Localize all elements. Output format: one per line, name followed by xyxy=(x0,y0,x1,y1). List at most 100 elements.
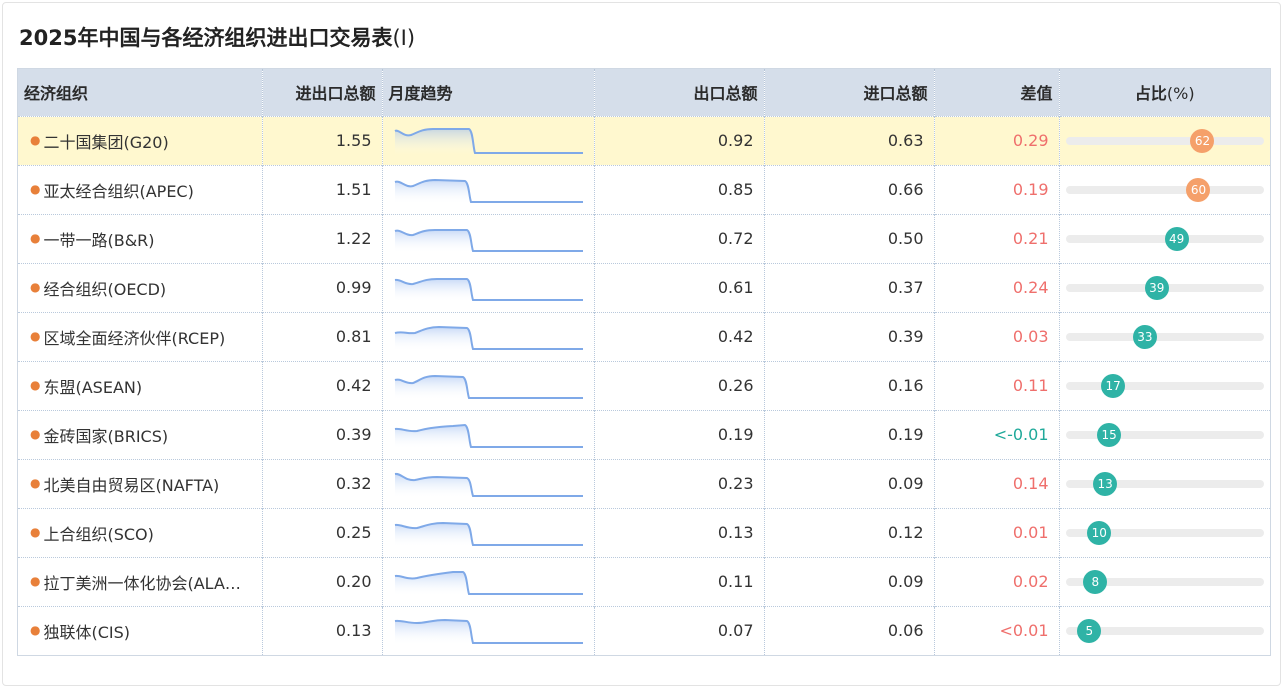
diff-value: 0.02 xyxy=(934,556,1060,606)
table-row[interactable]: ● 一带一路(B&R) 1.22 0.72 0.50 0.21 49 xyxy=(18,213,1270,263)
share-bar-track: 60 xyxy=(1065,177,1264,202)
sparkline-area xyxy=(394,128,583,155)
export-value: 0.23 xyxy=(594,458,765,508)
org-name-cell: ● 北美自由贸易区(NAFTA) xyxy=(18,458,263,508)
export-value: 0.11 xyxy=(594,556,765,606)
total-value: 1.51 xyxy=(262,164,383,214)
table-row[interactable]: ● 金砖国家(BRICS) 0.39 0.19 0.19 <-0.01 15 xyxy=(18,409,1270,459)
share-cell: 33 xyxy=(1059,311,1270,361)
org-name-cell: ● 金砖国家(BRICS) xyxy=(18,409,263,459)
org-name: 一带一路(B&R) xyxy=(43,230,155,250)
column-header-org[interactable]: 经济组织 xyxy=(18,69,263,116)
diff-value: 0.03 xyxy=(934,311,1060,361)
sparkline-chart xyxy=(394,570,583,596)
trend-cell xyxy=(382,262,595,312)
column-header-import[interactable]: 进口总额 xyxy=(764,69,935,116)
share-bubble: 49 xyxy=(1164,226,1189,251)
share-bubble: 60 xyxy=(1186,177,1211,202)
org-name: 二十国集团(G20) xyxy=(43,132,169,152)
org-name: 区域全面经济伙伴(RCEP) xyxy=(43,328,226,348)
total-value: 0.81 xyxy=(262,311,383,361)
column-header-export[interactable]: 出口总额 xyxy=(594,69,765,116)
org-name: 北美自由贸易区(NAFTA) xyxy=(43,475,220,495)
sparkline-chart xyxy=(394,374,583,400)
table-row[interactable]: ● 独联体(CIS) 0.13 0.07 0.06 <0.01 5 xyxy=(18,605,1270,655)
org-name: 拉丁美洲一体化协会(ALA… xyxy=(43,573,241,593)
table-row[interactable]: ● 亚太经合组织(APEC) 1.51 0.85 0.66 0.19 60 xyxy=(18,164,1270,214)
share-bar-track: 15 xyxy=(1065,422,1264,447)
share-cell: 5 xyxy=(1059,605,1270,655)
bullet-icon: ● xyxy=(30,279,41,294)
table-row[interactable]: ● 拉丁美洲一体化协会(ALA… 0.20 0.11 0.09 0.02 8 xyxy=(18,556,1270,606)
import-value: 0.63 xyxy=(764,115,935,165)
table-row[interactable]: ● 北美自由贸易区(NAFTA) 0.32 0.23 0.09 0.14 13 xyxy=(18,458,1270,508)
bullet-icon: ● xyxy=(30,524,41,539)
table-row[interactable]: ● 上合组织(SCO) 0.25 0.13 0.12 0.01 10 xyxy=(18,507,1270,557)
share-cell: 17 xyxy=(1059,360,1270,410)
share-bar-track: 39 xyxy=(1065,275,1264,300)
export-value: 0.92 xyxy=(594,115,765,165)
org-name-cell: ● 经合组织(OECD) xyxy=(18,262,263,312)
bullet-icon: ● xyxy=(30,475,41,490)
sparkline-area xyxy=(394,619,583,645)
share-bubble: 5 xyxy=(1077,618,1102,643)
trend-cell xyxy=(382,605,595,655)
sparkline-area xyxy=(394,179,583,204)
export-value: 0.61 xyxy=(594,262,765,312)
share-bar-track: 5 xyxy=(1065,618,1264,643)
sparkline-area xyxy=(394,229,583,253)
trade-table: 经济组织 进出口总额 月度趋势 出口总额 进口总额 差值 占比(%) ● 二十国集… xyxy=(18,69,1270,655)
import-value: 0.66 xyxy=(764,164,935,214)
table-row[interactable]: ● 东盟(ASEAN) 0.42 0.26 0.16 0.11 17 xyxy=(18,360,1270,410)
column-header-trend[interactable]: 月度趋势 xyxy=(382,69,595,116)
import-value: 0.37 xyxy=(764,262,935,312)
column-header-diff[interactable]: 差值 xyxy=(934,69,1060,116)
diff-value: 0.19 xyxy=(934,164,1060,214)
import-value: 0.12 xyxy=(764,507,935,557)
share-bar-track: 17 xyxy=(1065,373,1264,398)
page-title-suffix: (Ⅰ) xyxy=(392,26,416,50)
org-name-cell: ● 二十国集团(G20) xyxy=(18,115,263,165)
share-bubble: 62 xyxy=(1190,128,1215,153)
trend-cell xyxy=(382,458,595,508)
export-value: 0.07 xyxy=(594,605,765,655)
diff-value: 0.24 xyxy=(934,262,1060,312)
import-value: 0.09 xyxy=(764,556,935,606)
org-name: 金砖国家(BRICS) xyxy=(43,426,169,446)
table-row[interactable]: ● 区域全面经济伙伴(RCEP) 0.81 0.42 0.39 0.03 33 xyxy=(18,311,1270,361)
column-header-share[interactable]: 占比(%) xyxy=(1059,69,1270,116)
share-bubble: 10 xyxy=(1087,520,1112,545)
share-cell: 8 xyxy=(1059,556,1270,606)
share-cell: 39 xyxy=(1059,262,1270,312)
share-cell: 49 xyxy=(1059,213,1270,263)
diff-value: 0.01 xyxy=(934,507,1060,557)
export-value: 0.85 xyxy=(594,164,765,214)
trade-table-container: 经济组织 进出口总额 月度趋势 出口总额 进口总额 差值 占比(%) ● 二十国集… xyxy=(17,68,1271,656)
trend-cell xyxy=(382,311,595,361)
share-cell: 13 xyxy=(1059,458,1270,508)
export-value: 0.72 xyxy=(594,213,765,263)
column-header-total[interactable]: 进出口总额 xyxy=(262,69,383,116)
table-row[interactable]: ● 二十国集团(G20) 1.55 0.92 0.63 0.29 62 xyxy=(18,115,1270,165)
table-row[interactable]: ● 经合组织(OECD) 0.99 0.61 0.37 0.24 39 xyxy=(18,262,1270,312)
org-name: 经合组织(OECD) xyxy=(43,279,167,299)
share-header-label: 占比 xyxy=(1134,84,1167,104)
bullet-icon: ● xyxy=(30,328,41,343)
sparkline-chart xyxy=(394,423,583,449)
org-name-cell: ● 一带一路(B&R) xyxy=(18,213,263,263)
export-value: 0.42 xyxy=(594,311,765,361)
org-name: 独联体(CIS) xyxy=(43,622,131,642)
share-bar-track: 49 xyxy=(1065,226,1264,251)
bullet-icon: ● xyxy=(30,573,41,588)
diff-value: 0.14 xyxy=(934,458,1060,508)
org-name: 亚太经合组织(APEC) xyxy=(43,181,194,201)
share-bar-track: 13 xyxy=(1065,471,1264,496)
total-value: 0.32 xyxy=(262,458,383,508)
org-name-cell: ● 上合组织(SCO) xyxy=(18,507,263,557)
sparkline-area xyxy=(394,375,583,400)
bullet-icon: ● xyxy=(30,230,41,245)
total-value: 0.25 xyxy=(262,507,383,557)
bullet-icon: ● xyxy=(30,377,41,392)
import-value: 0.19 xyxy=(764,409,935,459)
total-value: 1.55 xyxy=(262,115,383,165)
